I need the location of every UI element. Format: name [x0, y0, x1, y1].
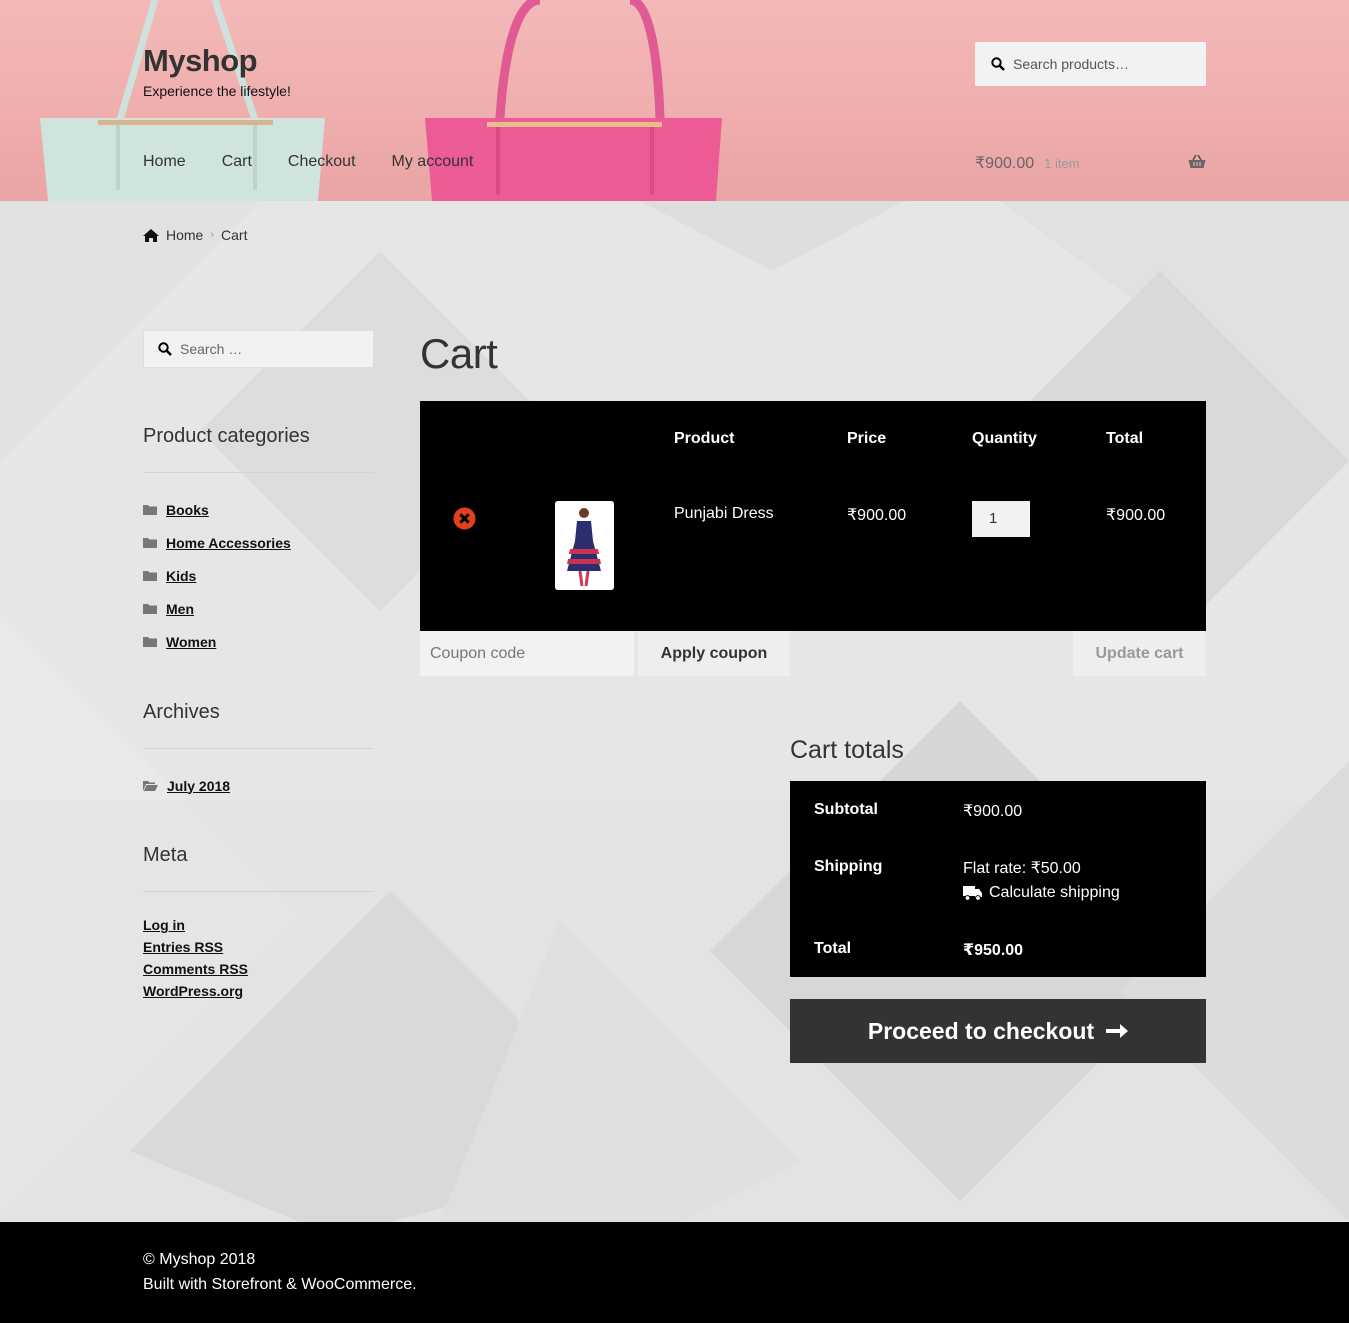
nav-my-account[interactable]: My account	[392, 152, 474, 172]
folder-icon	[143, 538, 157, 548]
cart-table: Product Price Quantity Total Punjabi Dre…	[420, 401, 1206, 631]
folder-icon	[143, 637, 157, 647]
cart-totals-table: Subtotal ₹900.00 Shipping Flat rate: ₹50…	[790, 781, 1206, 977]
update-cart-button[interactable]: Update cart	[1073, 631, 1206, 676]
product-price: ₹900.00	[847, 507, 907, 524]
list-item: Entries RSS	[143, 936, 374, 958]
widget-title-categories: Product categories	[143, 425, 374, 473]
column-header-product: Product	[674, 430, 735, 447]
subtotal-value: ₹900.00	[963, 803, 1023, 820]
search-icon	[158, 342, 172, 356]
cart-totals-title: Cart totals	[790, 736, 904, 764]
apply-coupon-button[interactable]: Apply coupon	[638, 631, 790, 676]
category-link-books[interactable]: Books	[166, 502, 209, 518]
site-footer: © Myshop 2018 Built with Storefront & Wo…	[0, 1222, 1349, 1323]
product-subtotal: ₹900.00	[1106, 507, 1166, 524]
site-header: Myshop Experience the lifestyle! Home Ca…	[0, 0, 1349, 201]
quantity-input[interactable]: 1	[972, 501, 1030, 537]
category-link-men[interactable]: Men	[166, 601, 194, 617]
coupon-code-input[interactable]: Coupon code	[420, 631, 634, 676]
page-title: Cart	[420, 330, 498, 377]
meta-link-log-in[interactable]: Log in	[143, 917, 185, 933]
column-header-price: Price	[847, 430, 887, 447]
folder-icon	[143, 571, 157, 581]
list-item: Kids	[143, 559, 374, 592]
sidebar-search-placeholder: Search …	[180, 341, 243, 357]
shipping-method: Flat rate: ₹50.00	[963, 860, 1081, 877]
shipping-label: Shipping	[814, 858, 883, 875]
proceed-to-checkout-button[interactable]: Proceed to checkout	[790, 999, 1206, 1063]
widget-title-meta: Meta	[143, 844, 374, 892]
truck-icon	[963, 885, 982, 901]
column-header-total: Total	[1106, 430, 1144, 447]
nav-home[interactable]: Home	[143, 152, 186, 172]
mini-cart-amount: ₹900.00	[975, 155, 1035, 172]
widget-archives: Archives July 2018	[143, 701, 374, 802]
home-icon	[143, 228, 159, 242]
list-item: Home Accessories	[143, 526, 374, 559]
product-name-link[interactable]: Punjabi Dress	[674, 505, 774, 523]
total-label: Total	[814, 940, 852, 957]
header-mini-cart[interactable]: ₹900.00 1 item	[975, 152, 1206, 174]
widget-product-categories: Product categories Books Home Accessorie…	[143, 425, 374, 658]
column-header-quantity: Quantity	[972, 430, 1037, 447]
checkout-button-label: Proceed to checkout	[867, 1017, 1095, 1044]
list-item: Log in	[143, 914, 374, 936]
basket-icon	[1188, 154, 1206, 168]
shipping-value: Flat rate: ₹50.00 Calculate shipping	[963, 858, 1120, 902]
breadcrumb-current: Cart	[221, 227, 248, 243]
list-item: Men	[143, 592, 374, 625]
widget-title-archives: Archives	[143, 701, 374, 749]
breadcrumb-home[interactable]: Home	[166, 227, 203, 243]
meta-link-entries-rss[interactable]: Entries RSS	[143, 939, 223, 955]
nav-checkout[interactable]: Checkout	[288, 152, 356, 172]
breadcrumb: Home › Cart	[143, 227, 247, 243]
category-link-home-accessories[interactable]: Home Accessories	[166, 535, 291, 551]
product-search-input[interactable]: Search products…	[975, 42, 1206, 86]
primary-navigation: Home Cart Checkout My account	[143, 152, 509, 172]
sidebar: Search … Product categories Books Home A…	[143, 330, 374, 999]
footer-copyright: © Myshop 2018	[143, 1251, 256, 1268]
calculate-shipping-link[interactable]: Calculate shipping	[963, 884, 1120, 902]
sidebar-search-input[interactable]: Search …	[143, 330, 374, 368]
meta-link-comments-rss[interactable]: Comments RSS	[143, 961, 248, 977]
calculate-shipping-label: Calculate shipping	[989, 884, 1120, 901]
remove-item-icon[interactable]	[453, 507, 476, 530]
product-image	[555, 501, 614, 590]
archive-link-july-2018[interactable]: July 2018	[167, 778, 230, 794]
mini-cart-count: 1 item	[1044, 155, 1080, 171]
site-branding: Myshop Experience the lifestyle!	[143, 43, 291, 99]
list-item: WordPress.org	[143, 980, 374, 1002]
product-search-placeholder: Search products…	[1013, 56, 1129, 72]
folder-icon	[143, 604, 157, 614]
product-thumbnail[interactable]	[555, 501, 614, 590]
chevron-right-icon: ›	[210, 229, 215, 241]
list-item: Comments RSS	[143, 958, 374, 980]
meta-link-wordpress-org[interactable]: WordPress.org	[143, 983, 243, 999]
category-link-women[interactable]: Women	[166, 634, 216, 650]
search-icon	[991, 57, 1005, 71]
category-link-kids[interactable]: Kids	[166, 568, 196, 584]
widget-meta: Meta Log in Entries RSS Comments RSS Wor…	[143, 844, 374, 1002]
list-item: July 2018	[143, 769, 374, 802]
list-item: Women	[143, 625, 374, 658]
total-value: ₹950.00	[963, 942, 1024, 959]
arrow-right-icon	[1106, 1024, 1129, 1038]
folder-open-icon	[143, 781, 158, 791]
list-item: Books	[143, 493, 374, 526]
folder-icon	[143, 505, 157, 515]
nav-cart[interactable]: Cart	[222, 152, 252, 172]
site-title[interactable]: Myshop	[143, 43, 291, 79]
site-tagline: Experience the lifestyle!	[143, 83, 291, 99]
footer-credit: Built with Storefront & WooCommerce.	[143, 1276, 417, 1293]
subtotal-label: Subtotal	[814, 801, 878, 818]
